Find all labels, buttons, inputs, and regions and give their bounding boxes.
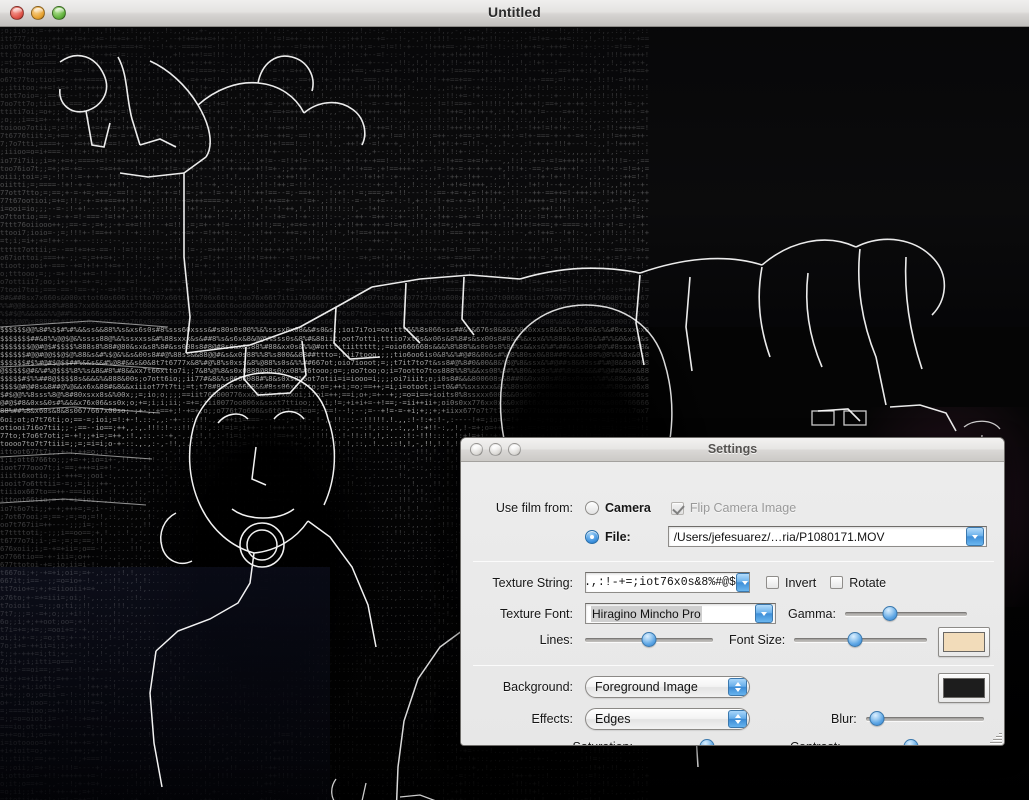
- background-popup[interactable]: Foreground Image: [585, 676, 750, 698]
- texture-font-combo[interactable]: Hiragino Mincho Pro: [585, 603, 776, 624]
- settings-close-button[interactable]: [470, 443, 483, 456]
- contrast-slider-track: [850, 745, 968, 746]
- saturation-contrast-row: Saturation: Contrast:: [473, 739, 994, 746]
- film-source-camera-row: Use film from: Camera Flip Camera Image: [473, 501, 994, 515]
- divider-2: [473, 665, 994, 666]
- divider-1: [473, 561, 994, 562]
- font-size-label: Font Size:: [729, 633, 786, 647]
- background-color-well[interactable]: [938, 673, 990, 703]
- gamma-slider[interactable]: [844, 605, 967, 622]
- font-color-well[interactable]: [938, 627, 990, 657]
- camera-radio[interactable]: [585, 501, 599, 515]
- close-button[interactable]: [10, 6, 24, 20]
- gamma-slider-thumb[interactable]: [882, 605, 898, 621]
- font-size-slider-thumb[interactable]: [847, 632, 863, 647]
- saturation-label: Saturation:: [473, 740, 633, 745]
- background-popup-arrows-icon[interactable]: [728, 678, 747, 696]
- settings-window-titlebar[interactable]: Settings: [461, 438, 1004, 462]
- lines-slider-thumb[interactable]: [641, 632, 657, 647]
- texture-font-label: Texture Font:: [500, 606, 573, 621]
- blur-slider[interactable]: [865, 711, 984, 727]
- file-path-value: /Users/jefesuarez/…ria/P1080171.MOV: [673, 529, 885, 544]
- texture-string-combo[interactable]: .,:!-+=;iot76x0s&8%#@$: [585, 572, 750, 593]
- settings-minimize-button[interactable]: [489, 443, 502, 456]
- gamma-slider-track: [844, 611, 967, 616]
- camera-radio-label: Camera: [605, 501, 651, 515]
- main-window-titlebar[interactable]: Untitled: [0, 0, 1029, 27]
- texture-string-row: Texture String: .,:!-+=;iot76x0s&8%#@$ I…: [473, 572, 994, 593]
- lines-fontsize-row: Lines: Font Size:: [473, 632, 994, 648]
- minimize-button[interactable]: [31, 6, 45, 20]
- flip-camera-image-checkbox[interactable]: [670, 501, 684, 515]
- effects-label: Effects:: [531, 712, 573, 726]
- background-label: Background:: [502, 680, 573, 694]
- resize-grip[interactable]: [989, 731, 1002, 744]
- settings-traffic-lights: [470, 443, 521, 456]
- contrast-slider-thumb[interactable]: [903, 739, 919, 745]
- lines-label: Lines:: [539, 633, 573, 647]
- film-source-file-row: File: /Users/jefesuarez/…ria/P1080171.MO…: [473, 526, 994, 547]
- saturation-slider[interactable]: [642, 739, 772, 746]
- texture-string-value: .,:!-+=;iot76x0s&8%#@$: [585, 576, 736, 589]
- settings-window[interactable]: Settings Use film from: Camera Flip Came…: [460, 437, 1005, 746]
- contrast-slider[interactable]: [850, 739, 968, 746]
- settings-window-title: Settings: [707, 442, 758, 456]
- invert-label: Invert: [785, 575, 817, 590]
- effects-row: Effects: Edges Blur:: [473, 708, 994, 730]
- background-row: Background: Foreground Image: [473, 676, 994, 698]
- file-path-dropdown-arrow-icon[interactable]: [965, 527, 984, 546]
- saturation-slider-thumb[interactable]: [699, 739, 715, 745]
- settings-zoom-button[interactable]: [508, 443, 521, 456]
- effects-popup[interactable]: Edges: [585, 708, 750, 730]
- rotate-checkbox[interactable]: [830, 576, 844, 589]
- file-path-combo[interactable]: /Users/jefesuarez/…ria/P1080171.MOV: [667, 526, 987, 547]
- font-color-swatch: [943, 632, 985, 652]
- blur-label: Blur:: [831, 712, 857, 726]
- saturation-slider-track: [642, 745, 772, 746]
- texture-string-dropdown-arrow-icon[interactable]: [735, 573, 749, 592]
- main-window-title: Untitled: [488, 4, 541, 20]
- texture-font-value: Hiragino Mincho Pro: [591, 605, 702, 622]
- background-value: Foreground Image: [595, 680, 698, 694]
- texture-string-label: Texture String:: [492, 575, 573, 590]
- texture-font-dropdown-arrow-icon[interactable]: [755, 604, 773, 623]
- file-radio-label: File:: [605, 529, 631, 544]
- blur-slider-thumb[interactable]: [869, 711, 885, 726]
- flip-camera-image-label: Flip Camera Image: [689, 501, 797, 515]
- effects-value: Edges: [595, 712, 631, 726]
- zoom-button[interactable]: [52, 6, 66, 20]
- font-size-slider[interactable]: [794, 632, 928, 648]
- rotate-label: Rotate: [849, 575, 887, 590]
- use-film-from-label: Use film from:: [495, 501, 573, 515]
- background-color-swatch: [943, 678, 985, 698]
- effects-popup-arrows-icon[interactable]: [728, 710, 747, 728]
- contrast-label: Contrast:: [790, 740, 841, 745]
- lines-slider[interactable]: [585, 632, 713, 648]
- texture-font-row: Texture Font: Hiragino Mincho Pro Gamma:: [473, 603, 994, 624]
- file-radio[interactable]: [585, 529, 599, 544]
- main-window-traffic-lights: [10, 6, 66, 20]
- settings-content: Use film from: Camera Flip Camera Image …: [461, 462, 1004, 746]
- gamma-label: Gamma:: [788, 606, 836, 621]
- invert-checkbox[interactable]: [766, 576, 779, 589]
